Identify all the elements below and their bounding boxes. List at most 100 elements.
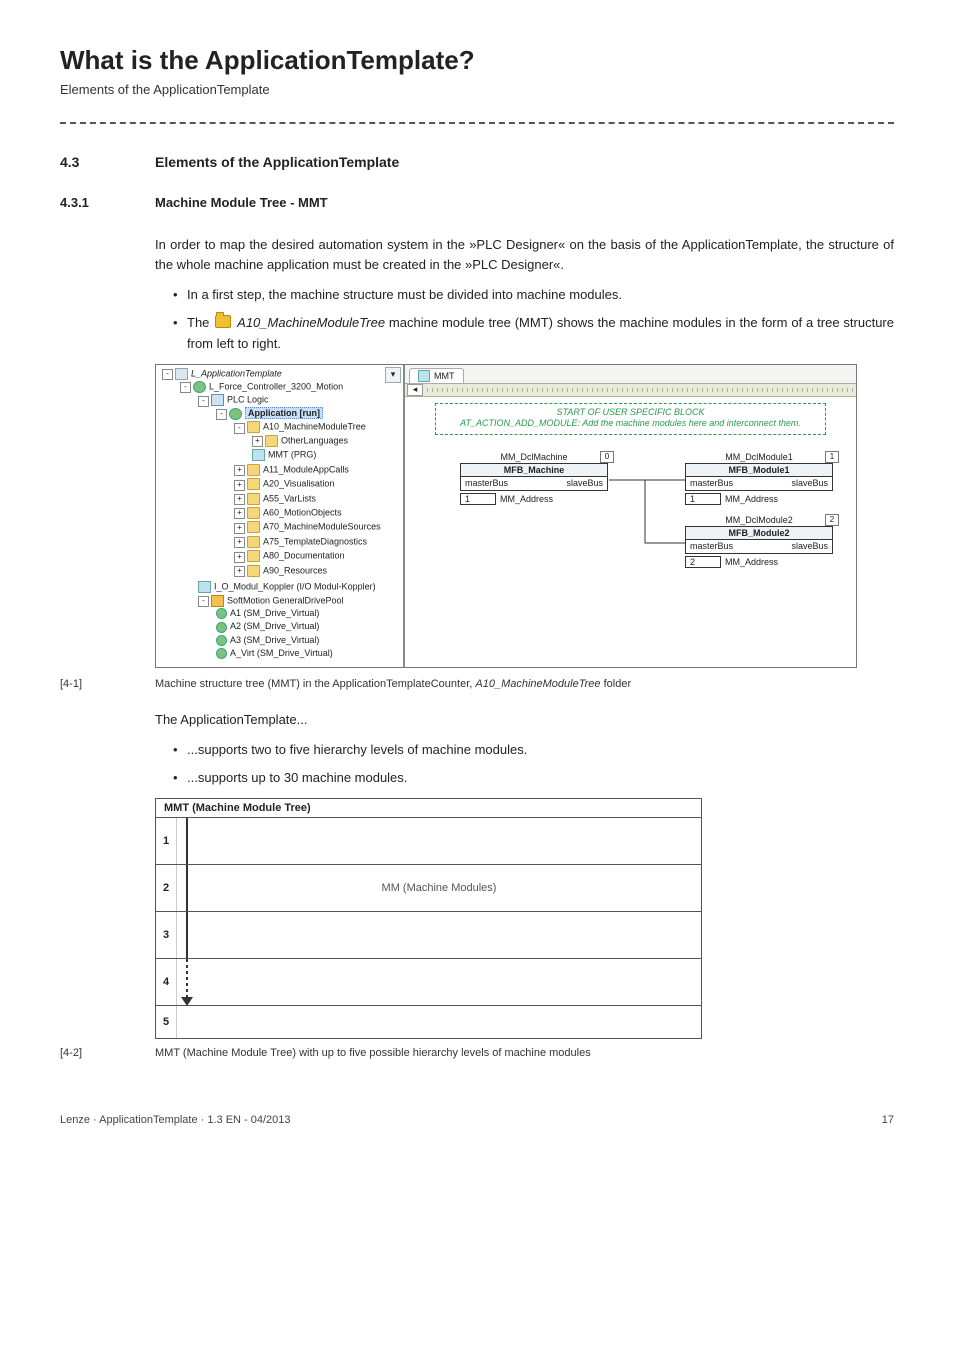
fb-port: masterBus	[690, 541, 733, 551]
app-icon	[229, 408, 242, 420]
subsection-heading: 4.3.1 Machine Module Tree - MMT	[60, 195, 894, 210]
tree-node[interactable]: A3 (SM_Drive_Virtual)	[230, 635, 319, 645]
tree-node[interactable]: A_Virt (SM_Drive_Virtual)	[230, 648, 333, 658]
tab-bar: MMT	[405, 365, 856, 384]
program-icon	[252, 449, 265, 461]
row-number: 3	[156, 912, 177, 958]
tree-node[interactable]: SoftMotion GeneralDrivePool	[227, 595, 344, 605]
row-number: 4	[156, 959, 177, 1005]
function-block-machine[interactable]: MM_DclMachine 0 MFB_Machine masterBussla…	[460, 452, 608, 505]
section-number: 4.3	[60, 154, 155, 170]
subsection-title: Machine Module Tree - MMT	[155, 195, 328, 210]
scroll-left-icon[interactable]: ◂	[407, 384, 423, 396]
arrow-segment	[186, 818, 188, 864]
collapse-icon[interactable]: -	[162, 369, 173, 380]
tree-node[interactable]: A75_TemplateDiagnostics	[263, 536, 367, 546]
figure-caption: [4-1] Machine structure tree (MMT) in th…	[60, 678, 894, 690]
expand-icon[interactable]: +	[234, 494, 245, 505]
tree-node[interactable]: I_O_Modul_Koppler (I/O Modul-Koppler)	[214, 581, 376, 591]
row-number: 2	[156, 865, 177, 911]
fb-port: MM_Address	[725, 494, 778, 504]
folder-icon	[247, 521, 260, 533]
fb-id-tag: 1	[825, 451, 839, 463]
bullet-item: ...supports two to five hierarchy levels…	[173, 740, 894, 760]
ruler	[427, 388, 856, 392]
collapse-icon[interactable]: -	[180, 382, 191, 393]
bullet-item: The A10_MachineModuleTree machine module…	[173, 313, 894, 353]
module-icon	[198, 581, 211, 593]
caption-text: MMT (Machine Module Tree) with up to fiv…	[155, 1047, 591, 1059]
page-footer: Lenze · ApplicationTemplate · 1.3 EN - 0…	[60, 1114, 894, 1126]
fig2-label: MM (Machine Modules)	[177, 882, 701, 894]
expand-icon[interactable]: +	[234, 523, 245, 534]
drive-icon	[216, 648, 227, 659]
expand-icon[interactable]: +	[252, 436, 263, 447]
drive-icon	[216, 635, 227, 646]
fb-type: MFB_Module1	[686, 464, 832, 477]
collapse-icon[interactable]: -	[234, 423, 245, 434]
folder-icon	[247, 550, 260, 562]
subsection-number: 4.3.1	[60, 195, 155, 210]
expand-icon[interactable]: +	[234, 552, 245, 563]
collapse-icon[interactable]: -	[216, 409, 227, 420]
paragraph: In order to map the desired automation s…	[155, 235, 894, 275]
folder-icon	[265, 435, 278, 447]
collapse-icon[interactable]: -	[198, 596, 209, 607]
pool-icon	[211, 595, 224, 607]
tree-node[interactable]: L_ApplicationTemplate	[191, 368, 282, 378]
expand-icon[interactable]: +	[234, 537, 245, 548]
bullet-item: In a first step, the machine structure m…	[173, 285, 894, 305]
collapse-icon[interactable]: -	[198, 396, 209, 407]
fb-type: MFB_Module2	[686, 527, 832, 540]
tree-node-application[interactable]: Application [run]	[245, 407, 323, 419]
fb-instance-name: MM_DclModule1	[685, 452, 833, 462]
device-icon	[193, 381, 206, 393]
fig2-header: MMT (Machine Module Tree)	[156, 799, 701, 818]
fb-port: slaveBus	[791, 541, 828, 551]
tree-node[interactable]: PLC Logic	[227, 395, 269, 405]
caption-tag: [4-2]	[60, 1047, 155, 1059]
cfc-canvas[interactable]: START OF USER SPECIFIC BLOCK AT_ACTION_A…	[405, 397, 856, 577]
tree-node[interactable]: A80_Documentation	[263, 551, 345, 561]
expand-icon[interactable]: +	[234, 465, 245, 476]
tree-node[interactable]: A90_Resources	[263, 565, 327, 575]
fb-address-value: 2	[685, 556, 721, 568]
tree-node[interactable]: A10_MachineModuleTree	[263, 422, 366, 432]
arrowhead-icon	[181, 997, 193, 1006]
paragraph: The ApplicationTemplate...	[155, 710, 894, 730]
tree-node[interactable]: A60_MotionObjects	[263, 507, 342, 517]
fb-instance-name: MM_DclMachine	[460, 452, 608, 462]
folder-icon	[247, 464, 260, 476]
tree-node[interactable]: A70_MachineModuleSources	[263, 522, 381, 532]
tab-mmt[interactable]: MMT	[409, 368, 464, 383]
fb-port: masterBus	[690, 478, 733, 488]
tree-node[interactable]: A20_Visualisation	[263, 479, 334, 489]
function-block-module2[interactable]: MM_DclModule2 2 MFB_Module2 masterBussla…	[685, 515, 833, 568]
editor-pane: MMT ◂ START OF USER SPECIFIC BLOCK AT_AC…	[405, 365, 856, 667]
tree-node[interactable]: OtherLanguages	[281, 435, 348, 445]
dropdown-icon[interactable]: ▾	[385, 367, 401, 383]
folder-icon	[247, 507, 260, 519]
tree-node[interactable]: A1 (SM_Drive_Virtual)	[230, 608, 319, 618]
project-tree-pane: ▾ -L_ApplicationTemplate -L_Force_Contro…	[156, 365, 405, 667]
fb-address-value: 1	[685, 493, 721, 505]
drive-icon	[216, 622, 227, 633]
page-subtitle: Elements of the ApplicationTemplate	[60, 82, 894, 97]
folder-icon	[247, 493, 260, 505]
section-heading: 4.3 Elements of the ApplicationTemplate	[60, 154, 894, 170]
folder-name: A10_MachineModuleTree	[237, 315, 385, 330]
fb-port: slaveBus	[566, 478, 603, 488]
row-number: 1	[156, 818, 177, 864]
function-block-module1[interactable]: MM_DclModule1 1 MFB_Module1 masterBussla…	[685, 452, 833, 505]
tree-node[interactable]: A11_ModuleAppCalls	[263, 464, 349, 474]
folder-icon	[247, 478, 260, 490]
expand-icon[interactable]: +	[234, 480, 245, 491]
tree-node[interactable]: A2 (SM_Drive_Virtual)	[230, 621, 319, 631]
figure-4-1: ▾ -L_ApplicationTemplate -L_Force_Contro…	[155, 364, 857, 668]
expand-icon[interactable]: +	[234, 508, 245, 519]
project-icon	[175, 368, 188, 380]
tree-node[interactable]: A55_VarLists	[263, 493, 316, 503]
tree-node[interactable]: MMT (PRG)	[268, 449, 316, 459]
expand-icon[interactable]: +	[234, 566, 245, 577]
tree-node[interactable]: L_Force_Controller_3200_Motion	[209, 381, 343, 391]
